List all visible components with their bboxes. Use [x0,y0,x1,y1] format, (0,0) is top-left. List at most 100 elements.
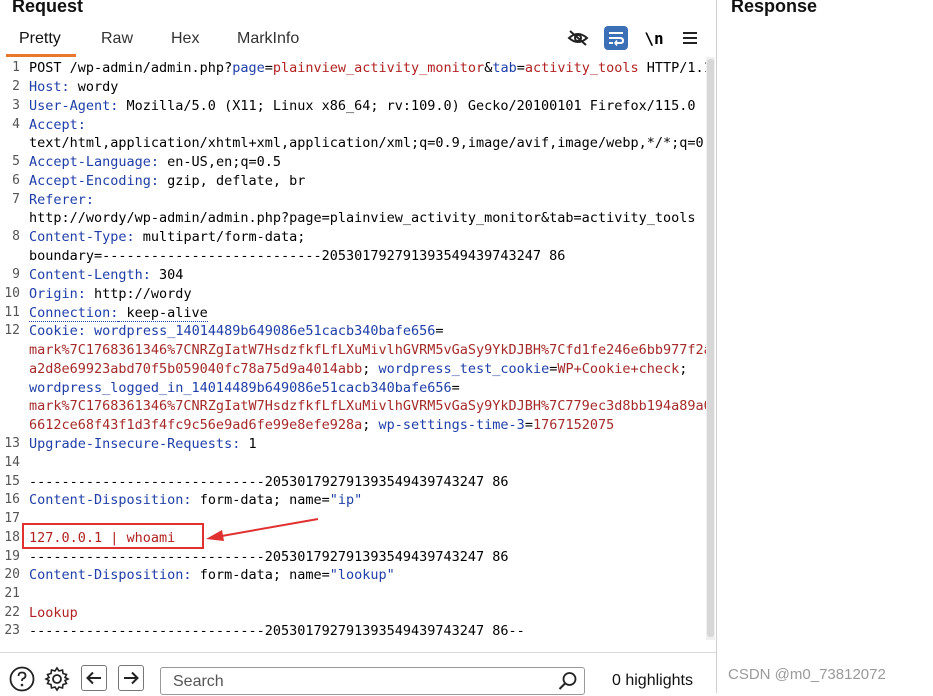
param-value: activity_tools [524,60,639,76]
header-upgrade-insecure: Upgrade-Insecure-Requests: 1 [29,436,257,452]
header-key: Referer: [29,192,95,208]
line-number: 3 [12,98,20,113]
cookie-name: wp-settings-time-3 [378,417,525,433]
header-value: 1 [240,436,257,452]
header-key: User-Agent: [29,98,119,114]
param-name: tab [492,60,517,76]
cookie-value: 6612ce68f43f1d3f4fc9c56e9ad6fe99e8efe928… [29,417,363,433]
line-number: 13 [4,436,20,451]
request-method-path: POST /wp-admin/admin.php? [29,60,233,76]
param-eq: = [264,60,273,76]
header-value: gzip, deflate, br [159,173,306,189]
line-number: 21 [4,586,20,601]
body-lookup-value: Lookup [29,605,78,621]
header-key: Accept-Language: [29,154,160,170]
watermark-text: CSDN @m0_73812072 [728,666,886,683]
annotation-arrow-icon [206,518,319,541]
param-eq: = [516,60,525,76]
tab-pretty[interactable]: Pretty [19,30,61,48]
header-value: multipart/form-data; [134,229,306,245]
header-key: Accept-Encoding: [29,173,160,189]
scrollbar-thumb[interactable] [707,59,714,637]
search-icon[interactable] [558,671,578,696]
cookie-line: a2d8e69923abd70f5b059040fc78a75d9a4014ab… [29,361,687,377]
header-host: Host: wordy [29,79,118,95]
header-accept-language: Accept-Language: en-US,en;q=0.5 [29,154,281,170]
line-number: 8 [12,229,20,244]
line-number: 9 [12,267,20,282]
tab-hex[interactable]: Hex [171,30,199,48]
header-value: en-US,en;q=0.5 [159,154,281,170]
cookie-value: mark%7C1768361346%7CNRZgIatW7HsdzfkfLfLX… [29,398,706,414]
field-name: "ip" [329,492,363,508]
request-editor[interactable]: 1 2 3 4 5 6 7 8 9 10 11 12 13 14 15 16 1… [0,57,706,640]
tab-markinfo[interactable]: MarkInfo [237,30,299,48]
hide-eye-icon[interactable] [566,26,590,50]
line-number: 10 [4,286,20,301]
line-number: 12 [4,323,20,338]
header-cookie: Cookie: wordpress_14014489b649086e51cacb… [29,323,444,339]
cookie-eq: = [524,417,533,433]
header-referer: Referer: [29,192,94,208]
body-disposition: Content-Disposition: form-data; name="lo… [29,567,395,583]
header-value: http://wordy [85,286,192,302]
header-boundary: boundary=---------------------------2053… [29,248,566,264]
tab-raw[interactable]: Raw [101,30,133,48]
line-number: 6 [12,173,20,188]
highlights-count: 0 highlights [612,672,693,689]
header-key: Host: [29,79,70,95]
response-pane: Response [717,0,933,693]
cookie-name: wordpress_logged_in_14014489b649086e51ca… [29,380,452,396]
word-wrap-icon[interactable] [604,26,628,50]
settings-gear-icon[interactable] [43,665,71,693]
line-number: 7 [12,192,20,207]
annotation-highlight-box [22,523,204,549]
body-disposition: Content-Disposition: form-data; name="ip… [29,492,362,508]
body-boundary: -----------------------------20530179279… [29,549,509,565]
line-number: 2 [12,79,20,94]
back-arrow-button[interactable] [81,665,107,691]
header-key: Connection: [29,305,119,322]
http-version: HTTP/1.1 [638,60,706,76]
vertical-scrollbar[interactable] [706,57,715,640]
line-number: 11 [4,305,20,320]
cookie-eq: = [435,323,444,339]
header-accept: Accept: [29,117,86,133]
line-number: 5 [12,154,20,169]
param-name: page [232,60,265,76]
header-value: keep-alive [118,305,208,322]
cookie-name: wordpress_14014489b649086e51cacb340bafe6… [94,323,436,339]
header-referer-value: http://wordy/wp-admin/admin.php?page=pla… [29,210,696,226]
menu-icon[interactable] [678,26,702,50]
header-value: form-data; name= [191,492,330,508]
header-value: 304 [150,267,184,283]
param-value: plainview_activity_monitor [272,60,485,76]
line-number: 22 [4,605,20,620]
header-key: Content-Length: [29,267,151,283]
header-content-type: Content-Type: multipart/form-data; [29,229,305,245]
header-key: Content-Disposition: [29,492,192,508]
cookie-sep: ; [362,361,379,377]
cookie-name: wordpress_test_cookie [378,361,550,377]
header-value: Mozilla/5.0 (X11; Linux x86_64; rv:109.0… [118,98,696,114]
request-title: Request [12,0,84,16]
search-input[interactable] [171,670,555,694]
newline-toggle-icon[interactable]: \n [642,26,666,50]
line-number: 19 [4,549,20,564]
header-key: Origin: [29,286,86,302]
header-value: form-data; name= [191,567,330,583]
bottom-toolbar: 0 highlights [0,652,716,696]
forward-arrow-button[interactable] [118,665,144,691]
header-connection: Connection: keep-alive [29,305,208,322]
header-key: Content-Type: [29,229,135,245]
cookie-sep: ; [679,361,688,377]
header-accept-encoding: Accept-Encoding: gzip, deflate, br [29,173,305,189]
help-icon[interactable] [8,665,36,693]
cookie-value: a2d8e69923abd70f5b059040fc78a75d9a4014ab… [29,361,363,377]
body-boundary-end: -----------------------------20530179279… [29,623,525,639]
header-value: wordy [69,79,119,95]
line-number: 15 [4,474,20,489]
cookie-value: mark%7C1768361346%7CNRZgIatW7HsdzfkfLfLX… [29,342,706,358]
line-number: 1 [12,60,20,75]
header-key: Upgrade-Insecure-Requests: [29,436,241,452]
